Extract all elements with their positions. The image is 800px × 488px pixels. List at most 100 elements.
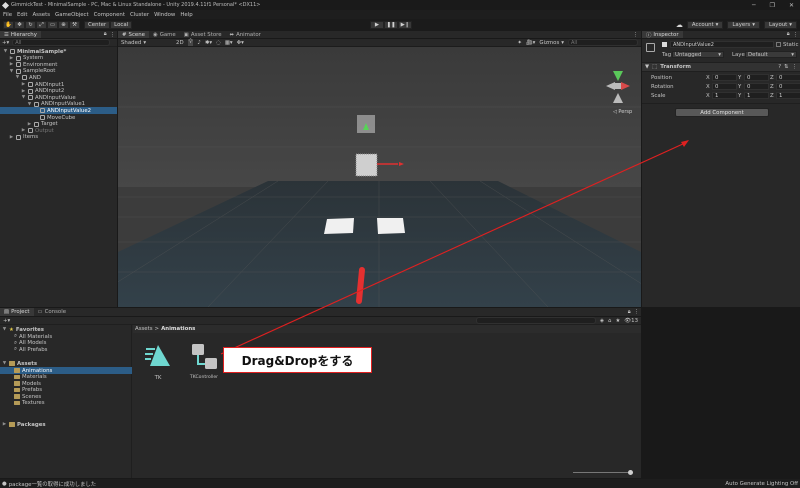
field-z[interactable]: 0 (776, 83, 800, 90)
custom-tool-icon[interactable]: ⚒ (69, 21, 80, 29)
account-dropdown[interactable]: Account ▾ (686, 21, 724, 29)
field-y[interactable]: 0 (744, 74, 769, 81)
red-capsule[interactable] (356, 267, 365, 304)
gizmos-dropdown[interactable]: Gizmos ▾ (539, 40, 564, 46)
mode-2d-toggle[interactable]: 2D (176, 40, 184, 46)
more-menu-icon[interactable]: ⋮ (792, 64, 797, 70)
tab-console[interactable]: ▭ Console (34, 308, 71, 316)
chevron-down-icon[interactable]: ▼ (9, 69, 14, 74)
asset-item-tk[interactable]: TK (143, 344, 173, 381)
minimize-button[interactable]: ─ (752, 2, 756, 9)
space-toggle[interactable]: Local (110, 21, 133, 29)
camera-dropdown-icon[interactable]: 🎥︎▾ (526, 40, 536, 46)
zoom-slider-thumb[interactable] (628, 470, 633, 475)
transform-row-label[interactable]: Scale (651, 93, 666, 99)
status-message[interactable]: package一覧の取得に成功しました (9, 480, 96, 488)
static-checkbox[interactable] (776, 42, 781, 47)
selected-cube[interactable] (355, 153, 378, 177)
hierarchy-item[interactable]: ▶ Items (0, 134, 117, 141)
step-button[interactable]: ▶❙ (398, 21, 412, 29)
filter-by-label-icon[interactable]: ⌂ (608, 318, 611, 324)
tools-icon[interactable]: ✥▾ (237, 40, 244, 46)
layout-dropdown[interactable]: Layout ▾ (763, 21, 797, 29)
menu-assets[interactable]: Assets (32, 12, 50, 18)
tab-scene[interactable]: # Scene (118, 31, 149, 38)
active-checkbox[interactable] (662, 42, 667, 47)
lock-icon[interactable]: 🔒︎ (104, 31, 107, 38)
chevron-right-icon[interactable]: ▶ (21, 89, 26, 94)
tab-asset-store[interactable]: ▣ Asset Store (180, 31, 226, 38)
favorite-item[interactable]: ⌕ All Prefabs (14, 346, 47, 353)
pivot-toggle[interactable]: Center (84, 21, 111, 29)
field-y[interactable]: 0 (744, 83, 769, 90)
pause-button[interactable]: ❚❚ (384, 21, 398, 29)
axis-label-x[interactable]: X (706, 75, 710, 81)
chevron-right-icon[interactable]: ▶ (9, 62, 14, 67)
help-icon[interactable]: ? (778, 64, 781, 70)
more-menu-icon[interactable]: ⋮ (634, 309, 639, 315)
scale-tool-icon[interactable]: ⤢ (36, 21, 47, 29)
transform-tool-icon[interactable]: ⊕ (58, 21, 69, 29)
transform-row-label[interactable]: Rotation (651, 84, 674, 90)
menu-gameobject[interactable]: GameObject (55, 12, 89, 18)
chevron-right-icon[interactable]: ▶ (21, 82, 26, 87)
menu-cluster[interactable]: Cluster (130, 12, 149, 18)
light-toggle-icon[interactable]: 💡︎ (187, 39, 194, 46)
persp-label[interactable]: ◁ Persp (613, 109, 632, 115)
tab-hierarchy[interactable]: ☰ Hierarchy (0, 31, 41, 38)
hand-tool-icon[interactable]: ✋ (3, 21, 14, 29)
collab-cloud-icon[interactable]: ☁ (676, 21, 683, 29)
field-x[interactable]: 1 (712, 92, 737, 99)
visibility-icon[interactable]: 👁︎13 (624, 318, 638, 324)
auto-lighting-status[interactable]: Auto Generate Lighting Off (725, 481, 798, 487)
layers-dropdown[interactable]: Layers ▾ (727, 21, 760, 29)
axis-label-y[interactable]: Y (738, 75, 741, 81)
play-button[interactable]: ▶ (370, 21, 384, 29)
layer-dropdown[interactable]: Default ▾ (745, 51, 797, 58)
camera-settings-icon[interactable]: ✦ (517, 40, 522, 46)
tab-game[interactable]: ◉ Game (149, 31, 180, 38)
transform-row-label[interactable]: Position (651, 75, 672, 81)
hierarchy-search-input[interactable] (12, 39, 111, 46)
white-platform-left[interactable] (324, 218, 354, 234)
favorites-root[interactable]: ▼ ★ Favorites (2, 326, 44, 333)
more-menu-icon[interactable]: ⋮ (793, 32, 798, 38)
axis-label-x[interactable]: X (706, 84, 710, 90)
lock-icon[interactable]: 🔒︎ (628, 309, 631, 316)
filter-by-type-icon[interactable]: ◈ (600, 318, 604, 324)
chevron-right-icon[interactable]: ▶ (21, 128, 26, 133)
object-name-field[interactable] (670, 41, 774, 48)
chevron-down-icon[interactable]: ▼ (15, 75, 20, 80)
chevron-right-icon[interactable]: ▶ (27, 122, 32, 127)
field-y[interactable]: 1 (744, 92, 769, 99)
breadcrumb-current[interactable]: Animations (161, 326, 195, 332)
tab-project[interactable]: ▤ Project (0, 308, 34, 316)
asset-item-tkcontroller[interactable]: TKController (189, 342, 219, 380)
close-button[interactable]: ✕ (789, 2, 794, 9)
move-tool-icon[interactable]: ✥ (14, 21, 25, 29)
chevron-down-icon[interactable]: ▼ (21, 95, 26, 100)
axis-label-z[interactable]: Z (770, 75, 774, 81)
menu-edit[interactable]: Edit (17, 12, 27, 18)
menu-file[interactable]: File (3, 12, 12, 18)
white-platform-right[interactable] (377, 218, 405, 234)
zoom-slider[interactable] (573, 472, 633, 473)
scene-viewport[interactable]: ◁ Persp (118, 47, 641, 307)
tab-inspector[interactable]: ⓘ Inspector (642, 31, 683, 39)
assets-root[interactable]: ▼ Assets (2, 360, 37, 367)
shading-mode-dropdown[interactable]: Shaded ▾ (121, 40, 146, 46)
lock-icon[interactable]: 🔒︎ (787, 31, 790, 38)
chevron-right-icon[interactable]: ▶ (9, 56, 14, 61)
menu-component[interactable]: Component (94, 12, 125, 18)
menu-window[interactable]: Window (154, 12, 175, 18)
project-search-input[interactable] (475, 317, 596, 324)
axis-label-z[interactable]: Z (770, 93, 774, 99)
hidden-objects-icon[interactable]: ◌ (216, 40, 221, 46)
rect-tool-icon[interactable]: ▭ (47, 21, 58, 29)
field-z[interactable]: 1 (776, 92, 800, 99)
add-component-button[interactable]: Add Component (675, 108, 769, 117)
axis-label-x[interactable]: X (706, 93, 710, 99)
create-add-button[interactable]: +▾ (2, 40, 9, 46)
preset-icon[interactable]: ⇅ (784, 64, 789, 70)
tab-animator[interactable]: ⬌ Animator (226, 31, 265, 38)
